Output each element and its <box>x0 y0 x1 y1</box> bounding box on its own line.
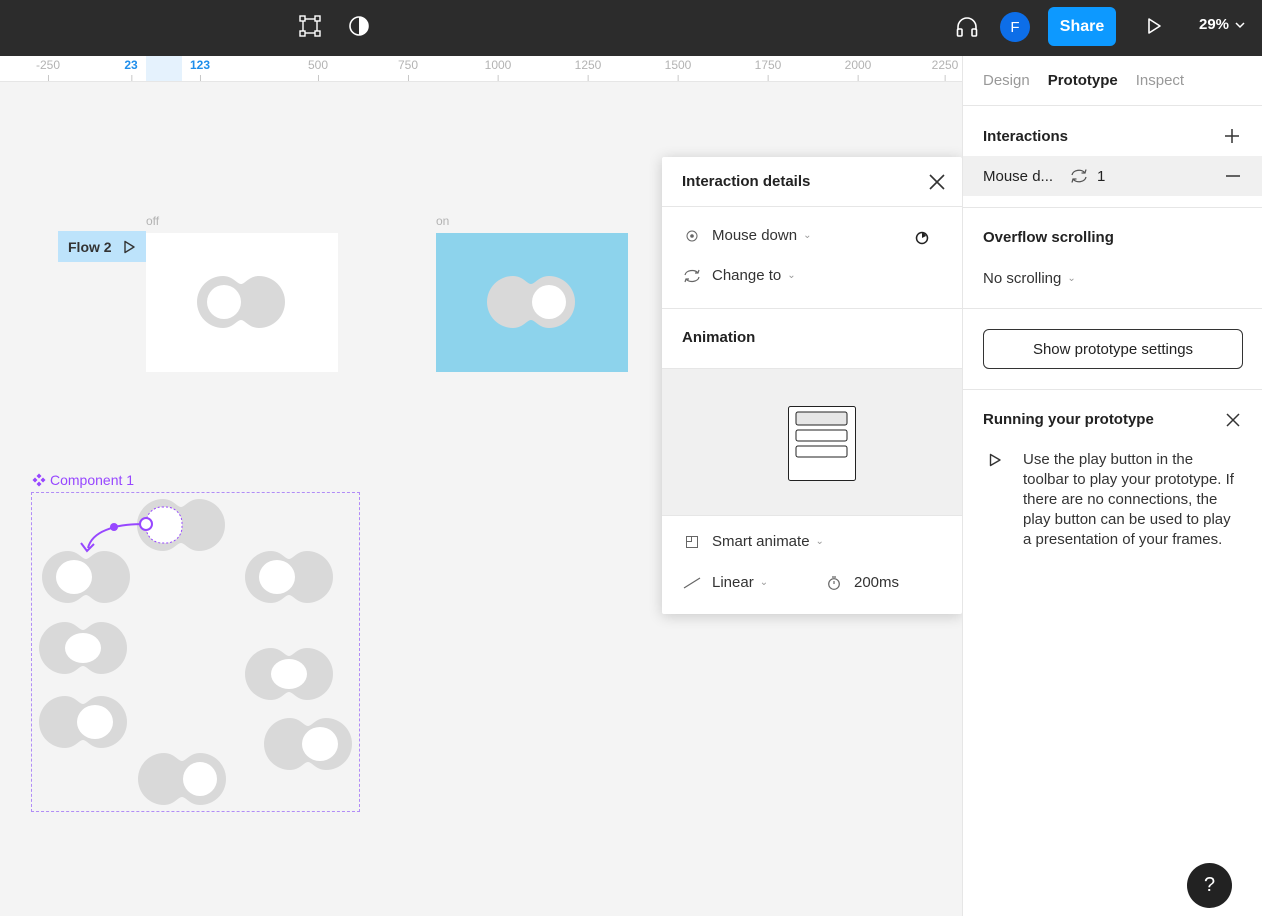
flow-label: Flow 2 <box>68 238 112 255</box>
overflow-dropdown[interactable]: No scrolling ⌄ <box>963 258 1262 298</box>
ruler-tick: 1750 <box>754 58 782 81</box>
toggle-off[interactable] <box>197 276 285 328</box>
toggle-variant[interactable] <box>39 696 127 748</box>
horizontal-ruler: -250 23 123 500 750 1000 1250 1500 1750 … <box>0 56 962 82</box>
action-dropdown[interactable]: Change to ⌄ <box>682 267 796 284</box>
frame-tool-icon[interactable] <box>298 14 322 38</box>
chevron-down-icon: ⌄ <box>803 230 812 241</box>
running-prototype-heading: Running your prototype <box>983 411 1154 428</box>
headphones-icon[interactable] <box>954 14 980 40</box>
ruler-tick: -250 <box>35 58 61 81</box>
trigger-icon <box>682 230 702 242</box>
ruler-tick: 1000 <box>484 58 512 81</box>
toggle-variant[interactable] <box>264 718 352 770</box>
chevron-down-icon: ⌄ <box>1067 272 1076 284</box>
tab-prototype[interactable]: Prototype <box>1048 72 1118 89</box>
interactions-heading: Interactions <box>983 128 1069 145</box>
flow-starting-point[interactable]: Flow 2 <box>58 231 146 262</box>
divider <box>963 389 1262 390</box>
toggle-variant[interactable] <box>245 551 333 603</box>
present-play-icon[interactable] <box>1143 15 1165 37</box>
zoom-value: 29% <box>1199 16 1230 33</box>
animation-type-value: Smart animate <box>712 533 810 550</box>
trigger-dropdown[interactable]: Mouse down ⌄ <box>682 227 811 244</box>
toggle-variant[interactable] <box>245 648 333 700</box>
zoom-dropdown[interactable]: 29% <box>1199 16 1245 33</box>
delay-timer-icon[interactable] <box>915 231 929 245</box>
play-icon[interactable] <box>122 240 136 254</box>
animation-type-dropdown[interactable]: Smart animate ⌄ <box>682 533 824 550</box>
divider <box>963 308 1262 309</box>
chevron-down-icon: ⌄ <box>787 270 796 281</box>
ruler-tick-selected-start: 23 <box>124 58 138 81</box>
ruler-tick: 500 <box>307 58 329 81</box>
animation-preview-diagram <box>788 406 856 481</box>
ruler-tick: 2250 <box>931 58 959 81</box>
chevron-down-icon: ⌄ <box>759 577 769 588</box>
action-value: Change to <box>712 267 782 284</box>
show-prototype-settings-button[interactable]: Show prototype settings <box>983 329 1243 369</box>
close-icon[interactable] <box>928 173 946 191</box>
trigger-value: Mouse down <box>712 227 798 244</box>
divider <box>662 308 962 309</box>
easing-linear-icon <box>682 576 702 589</box>
tab-inspect[interactable]: Inspect <box>1136 72 1184 89</box>
component-label[interactable]: Component 1 <box>32 472 134 488</box>
ruler-tick: 2000 <box>844 58 872 81</box>
component-name: Component 1 <box>50 472 135 488</box>
add-interaction-icon[interactable] <box>1225 129 1239 143</box>
toggle-on[interactable] <box>487 276 575 328</box>
duration-field[interactable]: 200ms <box>824 574 899 591</box>
interaction-row[interactable]: Mouse d... 1 <box>963 156 1262 196</box>
toggle-variant[interactable] <box>39 622 127 674</box>
interaction-count: 1 <box>1097 167 1106 185</box>
tab-design[interactable]: Design <box>983 72 1030 89</box>
ruler-tick: 750 <box>397 58 419 81</box>
chevron-down-icon <box>1235 21 1245 28</box>
duration-value: 200ms <box>854 574 900 591</box>
divider <box>963 207 1262 208</box>
share-button[interactable]: Share <box>1048 7 1116 46</box>
contrast-icon[interactable] <box>347 14 371 38</box>
running-prototype-description: Use the play button in the toolbar to pl… <box>1023 451 1234 548</box>
properties-panel: Design Prototype Inspect Interactions Mo… <box>962 56 1262 916</box>
smart-animate-icon <box>682 535 702 548</box>
frame-on-label[interactable]: on <box>436 214 449 228</box>
ruler-tick: 1250 <box>574 58 602 81</box>
interaction-details-popup: Interaction details Mouse down ⌄ Change … <box>662 157 962 614</box>
easing-dropdown[interactable]: Linear ⌄ <box>682 574 768 591</box>
panel-tabs: Design Prototype Inspect <box>963 56 1262 106</box>
animation-heading: Animation <box>682 329 756 346</box>
animation-preview <box>662 368 962 516</box>
component-icon <box>32 473 46 487</box>
frame-off-label[interactable]: off <box>146 214 159 228</box>
overflow-heading: Overflow scrolling <box>983 229 1114 246</box>
interaction-trigger-label: Mouse d... <box>983 167 1054 185</box>
chevron-down-icon: ⌄ <box>815 536 824 547</box>
toggle-variant[interactable] <box>42 551 130 603</box>
change-to-icon <box>682 269 702 283</box>
avatar[interactable]: F <box>1000 12 1030 42</box>
prototype-connection-arrow[interactable] <box>76 514 160 554</box>
remove-interaction-icon[interactable] <box>1226 175 1240 177</box>
ruler-tick: 1500 <box>664 58 692 81</box>
ruler-selection-range <box>146 56 182 81</box>
frame-off[interactable] <box>146 233 338 372</box>
toggle-variant[interactable] <box>138 753 226 805</box>
frame-on[interactable] <box>436 233 628 372</box>
play-icon <box>989 453 1001 467</box>
close-icon[interactable] <box>1226 413 1240 427</box>
ruler-tick-selected-end: 123 <box>189 58 211 81</box>
help-button[interactable]: ? <box>1187 863 1232 908</box>
overflow-value: No scrolling <box>983 269 1062 287</box>
duration-timer-icon <box>824 575 844 590</box>
easing-value: Linear <box>712 574 754 591</box>
popup-title: Interaction details <box>682 173 811 190</box>
change-to-icon <box>1071 169 1087 183</box>
top-toolbar: F Share 29% <box>0 0 1262 56</box>
